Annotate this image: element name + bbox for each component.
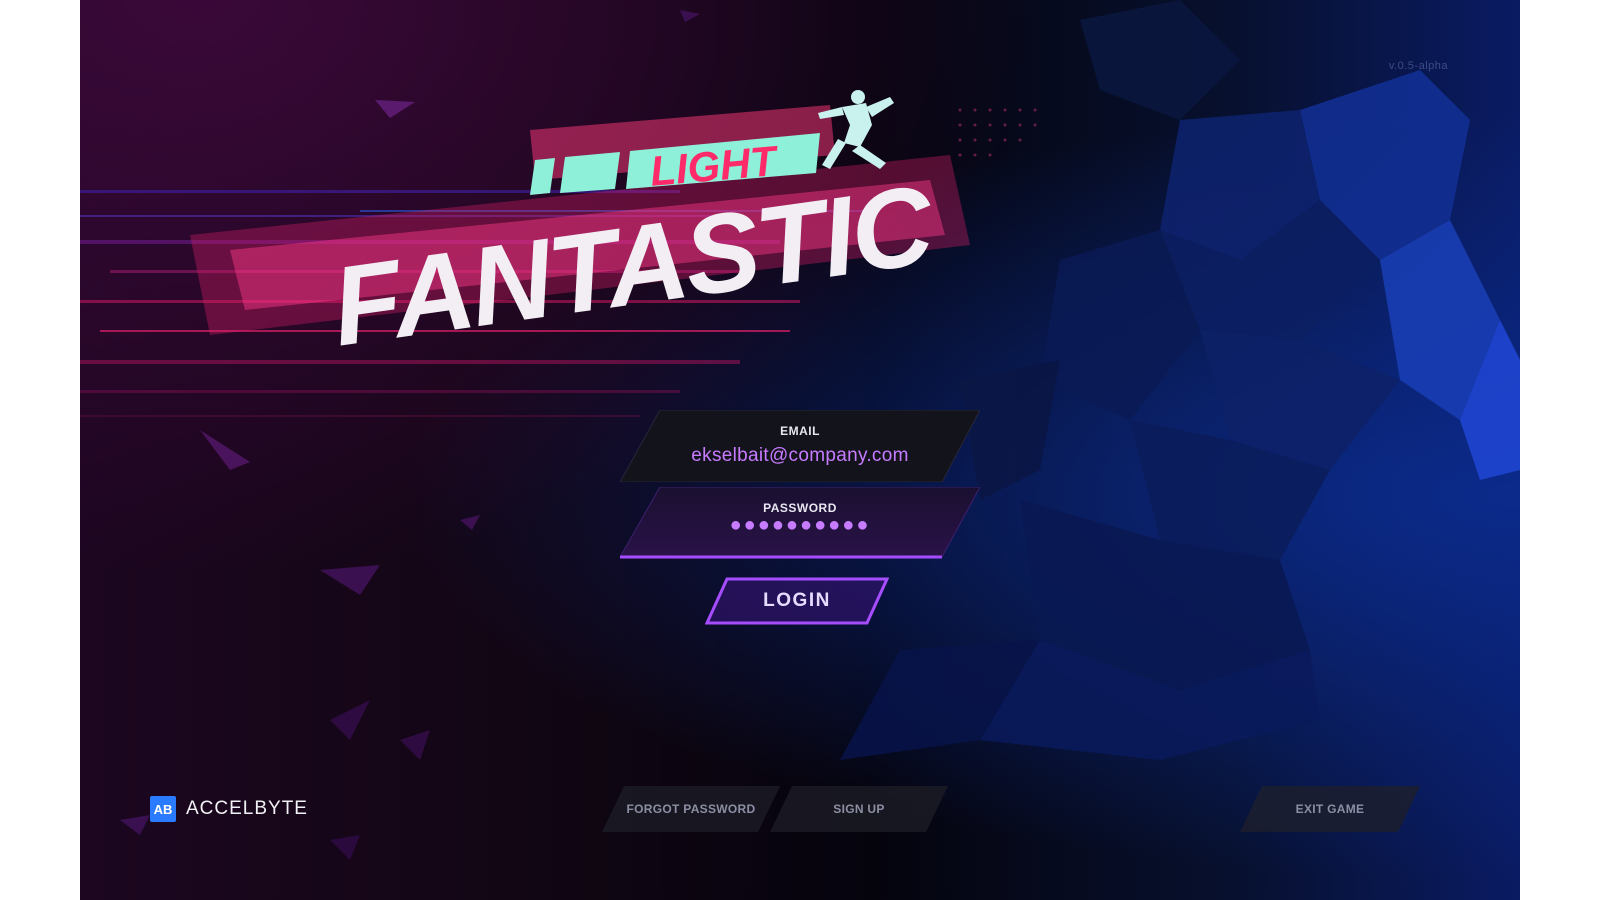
login-button[interactable]: LOGIN <box>705 577 889 625</box>
version-label: v.0.5-alpha <box>1388 60 1448 72</box>
game-logo: LIGHT FANTASTIC <box>190 90 970 365</box>
accelbyte-logo-icon: AB <box>150 796 176 822</box>
login-button-label: LOGIN <box>763 590 831 611</box>
password-field[interactable]: PASSWORD ●●●●●●●●●● <box>620 487 980 559</box>
password-label: PASSWORD <box>763 501 837 515</box>
forgot-password-label: FORGOT PASSWORD <box>626 802 756 816</box>
email-label: EMAIL <box>780 424 820 438</box>
login-screen: v.0.5-alpha LIGHT FANTASTIC EMAIL ekselb… <box>80 0 1520 900</box>
email-input[interactable]: ekselbait@company.com <box>620 445 980 467</box>
forgot-password-button[interactable]: FORGOT PASSWORD <box>602 786 780 832</box>
logo-bar-b <box>560 152 620 193</box>
exit-game-button[interactable]: EXIT GAME <box>1240 786 1420 832</box>
password-input[interactable]: ●●●●●●●●●● <box>620 514 980 537</box>
sign-up-button[interactable]: SIGN UP <box>770 786 948 832</box>
email-field[interactable]: EMAIL ekselbait@company.com <box>620 410 980 482</box>
sign-up-label: SIGN UP <box>833 802 885 816</box>
accelbyte-name: ACCELBYTE <box>186 798 308 819</box>
exit-game-label: EXIT GAME <box>1295 802 1365 816</box>
accelbyte-brand: AB ACCELBYTE <box>150 796 308 822</box>
